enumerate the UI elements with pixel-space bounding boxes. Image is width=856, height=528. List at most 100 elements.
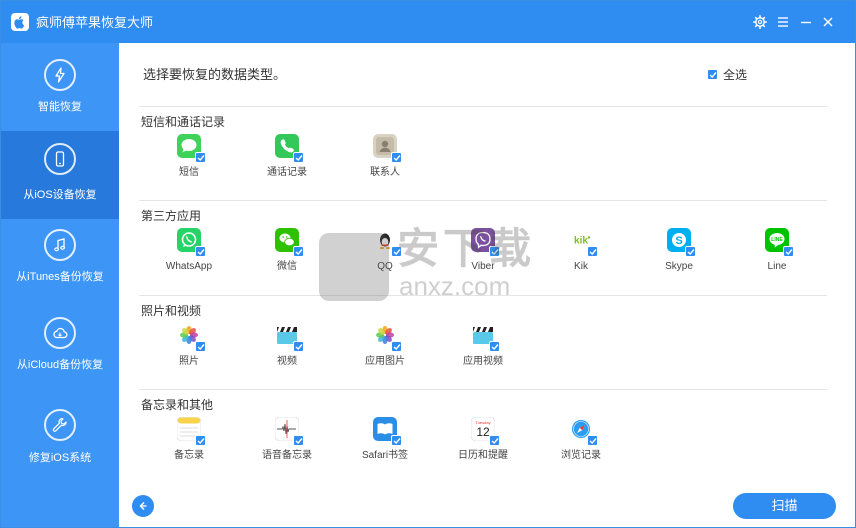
data-type-calendar-reminders[interactable]: Tuesday 12 日历和提醒 bbox=[443, 417, 523, 467]
menu-icon bbox=[778, 17, 788, 27]
wrench-icon bbox=[44, 409, 76, 441]
data-type-notes[interactable]: 备忘录 bbox=[149, 417, 229, 467]
data-type-browsing-history[interactable]: 浏览记录 bbox=[541, 417, 621, 467]
data-type-app-videos[interactable]: 应用视频 bbox=[443, 323, 523, 373]
data-type-viber[interactable]: Viber bbox=[443, 228, 523, 278]
section-sms-calls: 短信和通话记录 短信 通话记录 联系人 bbox=[139, 106, 827, 200]
data-type-messages[interactable]: 短信 bbox=[149, 134, 229, 184]
section-title: 短信和通话记录 bbox=[141, 115, 226, 129]
arrow-left-icon bbox=[139, 501, 147, 511]
data-type-whatsapp[interactable]: WhatsApp bbox=[149, 228, 229, 278]
checkbox-checked-icon bbox=[195, 341, 206, 352]
close-button[interactable] bbox=[819, 12, 837, 32]
sidebar-item-itunes-backup[interactable]: 从iTunes备份恢复 bbox=[1, 219, 119, 309]
sidebar-item-label: 从iCloud备份恢复 bbox=[16, 359, 104, 371]
sidebar-item-label: 从iTunes备份恢复 bbox=[16, 271, 104, 283]
gear-icon bbox=[753, 15, 767, 29]
checkbox-checked-icon bbox=[489, 246, 500, 257]
section-notes-others: 备忘录和其他 备忘录 语音备忘录 Safari书签 Tuesday 12 日历和… bbox=[139, 389, 827, 483]
section-third-party-apps: 第三方应用 WhatsApp 微信 QQ Viber kik Kik S Sky… bbox=[139, 200, 827, 295]
item-label: 应用图片 bbox=[365, 356, 405, 367]
checkbox-checked-icon bbox=[587, 246, 598, 257]
checkbox-checked-icon bbox=[195, 152, 206, 163]
data-type-wechat[interactable]: 微信 bbox=[247, 228, 327, 278]
data-type-skype[interactable]: S Skype bbox=[639, 228, 719, 278]
sidebar-item-icloud-backup[interactable]: 从iCloud备份恢复 bbox=[1, 309, 119, 399]
item-label: WhatsApp bbox=[165, 261, 213, 272]
item-label: Kik bbox=[574, 261, 588, 272]
checkbox-checked-icon bbox=[293, 341, 304, 352]
item-label: Line bbox=[767, 261, 787, 272]
item-label: 语音备忘录 bbox=[262, 450, 312, 461]
app-window: 疯师傅苹果恢复大师 智能恢复 从iOS设备恢复 从iTunes备份恢复 从iCl… bbox=[0, 0, 856, 528]
settings-button[interactable] bbox=[751, 12, 769, 32]
checkbox-checked-icon bbox=[489, 435, 500, 446]
checkbox-checked-icon bbox=[293, 246, 304, 257]
main-panel: 选择要恢复的数据类型。 全选 短信和通话记录 短信 通话记录 联系人 第三方应用… bbox=[119, 43, 855, 527]
scan-button[interactable]: 扫描 bbox=[733, 493, 836, 519]
svg-text:kik: kik bbox=[574, 236, 588, 247]
menu-button[interactable] bbox=[774, 12, 792, 32]
item-label: 日历和提醒 bbox=[458, 450, 508, 461]
item-label: Skype bbox=[665, 261, 693, 272]
section-title: 备忘录和其他 bbox=[141, 398, 214, 412]
data-type-videos[interactable]: 视频 bbox=[247, 323, 327, 373]
data-type-safari-bookmarks[interactable]: Safari书签 bbox=[345, 417, 425, 467]
instruction-text: 选择要恢复的数据类型。 bbox=[143, 67, 287, 82]
minimize-button[interactable] bbox=[797, 12, 815, 32]
section-title: 照片和视频 bbox=[141, 304, 202, 318]
item-label: QQ bbox=[377, 261, 393, 272]
data-type-qq[interactable]: QQ bbox=[345, 228, 425, 278]
item-label: 备忘录 bbox=[174, 450, 204, 461]
data-type-kik[interactable]: kik Kik bbox=[541, 228, 621, 278]
item-label: 视频 bbox=[277, 356, 297, 367]
checkbox-checked-icon bbox=[293, 435, 304, 446]
data-type-call-history[interactable]: 通话记录 bbox=[247, 134, 327, 184]
svg-text:S: S bbox=[675, 235, 682, 247]
sidebar-item-ios-device[interactable]: 从iOS设备恢复 bbox=[1, 131, 119, 219]
app-title: 疯师傅苹果恢复大师 bbox=[36, 15, 154, 30]
checkbox-checked-icon bbox=[195, 435, 206, 446]
checkbox-checked-icon bbox=[195, 246, 206, 257]
calendar-day: 12 bbox=[476, 425, 490, 439]
checkbox-checked-icon bbox=[391, 435, 402, 446]
item-label: 应用视频 bbox=[463, 356, 503, 367]
sidebar-item-label: 从iOS设备恢复 bbox=[23, 189, 97, 201]
data-type-voice-memos[interactable]: 语音备忘录 bbox=[247, 417, 327, 467]
back-button[interactable] bbox=[132, 495, 154, 517]
checkbox-checked-icon bbox=[587, 435, 598, 446]
item-label: 通话记录 bbox=[267, 167, 307, 178]
minimize-icon bbox=[801, 21, 811, 24]
checkbox-checked-icon bbox=[489, 341, 500, 352]
checkbox-checked-icon bbox=[391, 246, 402, 257]
item-label: Safari书签 bbox=[361, 450, 409, 461]
sidebar-item-smart-recovery[interactable]: 智能恢复 bbox=[1, 43, 119, 131]
checkbox-checked-icon bbox=[391, 341, 402, 352]
cloud-icon bbox=[44, 317, 76, 349]
section-photos-videos: 照片和视频 照片 视频 应用图片 应用视频 bbox=[139, 295, 827, 389]
sidebar-item-label: 修复iOS系统 bbox=[28, 452, 92, 464]
title-bar: 疯师傅苹果恢复大师 bbox=[1, 1, 855, 43]
sidebar: 智能恢复 从iOS设备恢复 从iTunes备份恢复 从iCloud备份恢复 修复… bbox=[1, 43, 119, 527]
section-title: 第三方应用 bbox=[141, 209, 202, 223]
data-type-photos[interactable]: 照片 bbox=[149, 323, 229, 373]
data-type-app-photos[interactable]: 应用图片 bbox=[345, 323, 425, 373]
lightning-refresh-icon bbox=[44, 59, 76, 91]
data-type-line[interactable]: LINE Line bbox=[737, 228, 817, 278]
checkbox-checked-icon bbox=[685, 246, 696, 257]
item-label: 浏览记录 bbox=[561, 450, 601, 461]
svg-text:LINE: LINE bbox=[771, 237, 783, 243]
item-label: Viber bbox=[471, 261, 495, 272]
item-label: 照片 bbox=[179, 356, 199, 367]
apple-logo-icon bbox=[11, 13, 29, 31]
checkbox-checked-icon bbox=[293, 152, 304, 163]
checkbox-checked-icon bbox=[391, 152, 402, 163]
sidebar-item-label: 智能恢复 bbox=[38, 101, 82, 113]
checkbox-checked-icon bbox=[707, 69, 718, 80]
data-type-contacts[interactable]: 联系人 bbox=[345, 134, 425, 184]
sidebar-item-repair-ios[interactable]: 修复iOS系统 bbox=[1, 399, 119, 479]
checkbox-checked-icon bbox=[783, 246, 794, 257]
music-note-icon bbox=[44, 229, 76, 261]
phone-refresh-icon bbox=[44, 143, 76, 175]
close-icon bbox=[823, 17, 833, 27]
